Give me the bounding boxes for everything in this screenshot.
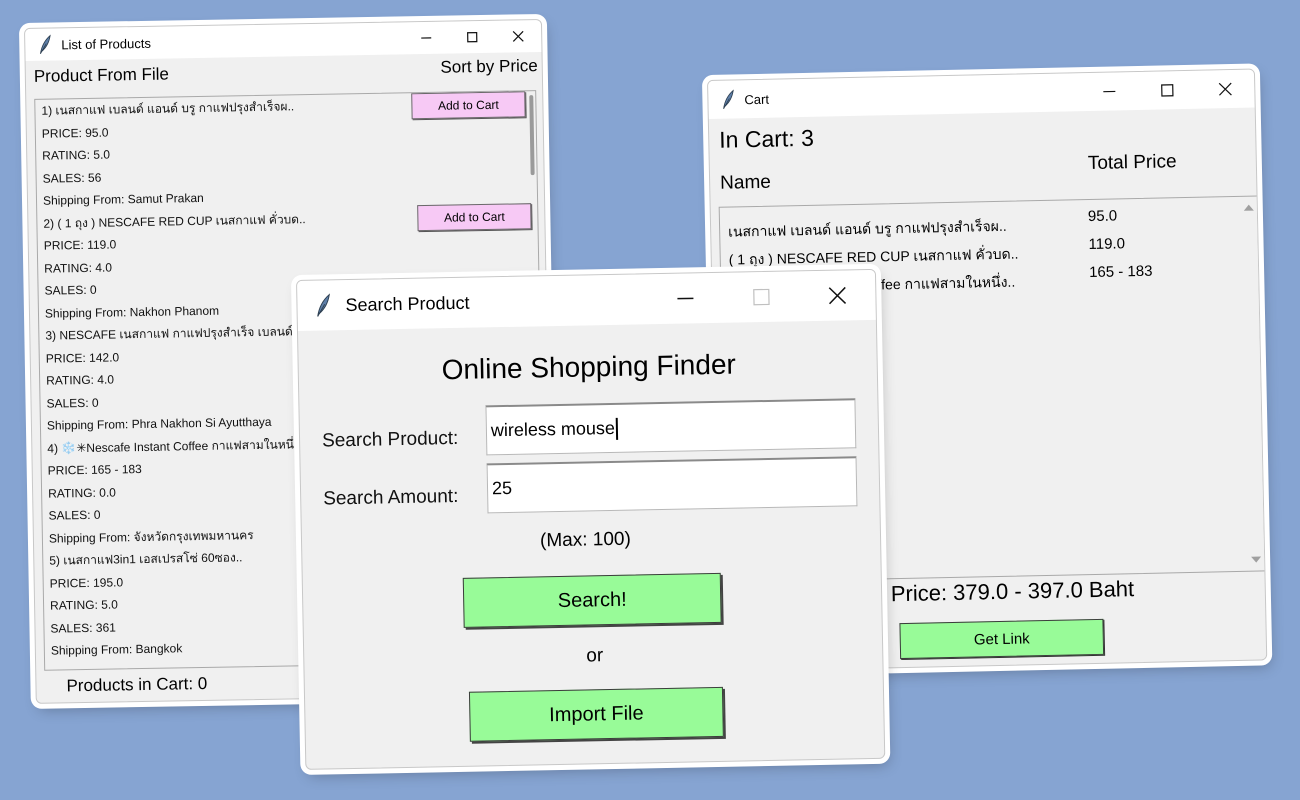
minimize-button[interactable]: [1080, 72, 1139, 111]
in-cart-count: In Cart: 3: [718, 124, 815, 153]
window-title: List of Products: [61, 35, 152, 52]
feather-icon: [317, 293, 330, 317]
window-title: Search Product: [345, 292, 470, 315]
cart-row-price: 95.0: [1087, 207, 1118, 226]
close-button[interactable]: [799, 270, 876, 321]
add-to-cart-button-2[interactable]: Add to Cart: [417, 203, 532, 232]
cart-row-price: 119.0: [1088, 235, 1126, 254]
maximize-button[interactable]: [1138, 71, 1197, 110]
search-product-input[interactable]: wireless mouse: [485, 398, 857, 456]
close-icon: [828, 286, 847, 305]
feather-icon: [40, 34, 51, 54]
scroll-down-arrow-icon[interactable]: [1247, 550, 1265, 568]
cart-row-name: เนสกาแฟ เบลนด์ แอนด์ บรู กาแฟปรุงสำเร็จผ…: [728, 217, 1007, 240]
sort-by-price-label[interactable]: Sort by Price: [440, 56, 538, 78]
minimize-icon: [677, 297, 694, 300]
search-amount-input[interactable]: 25: [486, 456, 858, 514]
total-price-text: Price: 379.0 - 397.0 Baht: [890, 576, 1135, 607]
max-amount-note: (Max: 100): [539, 528, 632, 552]
total-price-column-header: Total Price: [1087, 151, 1177, 175]
search-product-label: Search Product:: [321, 427, 459, 452]
add-to-cart-button-1[interactable]: Add to Cart: [411, 91, 526, 120]
close-icon: [1218, 82, 1232, 96]
minimize-button[interactable]: [647, 273, 724, 324]
search-amount-value: 25: [491, 477, 513, 499]
or-separator: or: [586, 645, 604, 667]
text-caret: [615, 417, 619, 440]
search-product-value: wireless mouse: [490, 417, 616, 441]
maximize-icon: [467, 31, 478, 43]
minimize-button[interactable]: [403, 22, 450, 55]
close-button[interactable]: [1196, 70, 1255, 109]
get-link-button[interactable]: Get Link: [899, 618, 1105, 660]
minimize-icon: [421, 37, 432, 39]
minimize-icon: [1103, 90, 1116, 93]
search-product-window: Search Product Online Shopping Finder Se…: [296, 268, 886, 770]
product-from-file-heading: Product From File: [33, 64, 170, 86]
cart-window-titlebar[interactable]: Cart: [708, 69, 1255, 119]
import-file-button[interactable]: Import File: [468, 686, 724, 742]
close-icon: [512, 30, 524, 42]
products-in-cart-status: Products in Cart: 0: [66, 673, 208, 696]
window-title: Cart: [744, 91, 770, 107]
maximize-icon: [1161, 84, 1174, 97]
maximize-button[interactable]: [723, 271, 800, 322]
cart-row-price: 165 - 183: [1088, 262, 1153, 282]
search-window-titlebar[interactable]: Search Product: [297, 269, 876, 331]
search-button[interactable]: Search!: [462, 572, 722, 628]
app-heading: Online Shopping Finder: [441, 348, 737, 386]
cart-scrollbar[interactable]: [1240, 196, 1266, 570]
close-button[interactable]: [495, 20, 542, 53]
maximize-button[interactable]: [449, 21, 496, 54]
cart-row-name: ( 1 ถุง ) NESCAFE RED CUP เนสกาแฟ คั่วบด…: [728, 245, 1019, 268]
name-column-header: Name: [719, 171, 772, 194]
maximize-icon: [753, 288, 770, 306]
feather-icon: [723, 89, 734, 109]
search-amount-label: Search Amount:: [323, 485, 459, 510]
scroll-up-arrow-icon[interactable]: [1240, 198, 1258, 216]
